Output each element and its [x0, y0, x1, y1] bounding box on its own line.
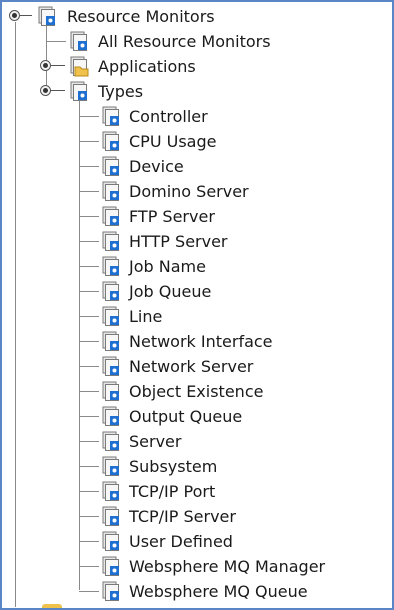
tree-node-type[interactable]: Job Queue [129, 279, 211, 304]
resource-monitor-icon [102, 356, 119, 376]
folder-icon [70, 56, 89, 77]
tree-node-label: Job Queue [129, 282, 212, 301]
tree-node-label: Websphere MQ Queue [129, 582, 308, 601]
resource-monitor-icon [102, 131, 119, 151]
resource-monitor-icon [102, 231, 119, 251]
tree-node-applications[interactable]: Applications [98, 54, 196, 79]
root-collapse-toggle[interactable] [9, 10, 20, 21]
tree-node-type[interactable]: HTTP Server [129, 229, 228, 254]
tree-node-type[interactable]: Output Queue [129, 404, 242, 429]
tree-node-label: Types [98, 82, 144, 101]
tree-node-type[interactable]: User Defined [129, 529, 233, 554]
resource-monitor-icon [102, 156, 119, 176]
resource-monitor-icon [102, 381, 119, 401]
tree-node-label: Controller [129, 107, 208, 126]
resource-monitor-icon [102, 506, 119, 526]
tree-node-type[interactable]: Job Name [129, 254, 206, 279]
tree-node-type[interactable]: CPU Usage [129, 129, 216, 154]
tree-node-type[interactable]: TCP/IP Server [129, 504, 236, 529]
tree-node-type[interactable]: Websphere MQ Manager [129, 554, 325, 579]
resource-monitor-icon [102, 181, 119, 201]
tree-node-label: Resource Monitors [67, 7, 215, 26]
resource-monitor-icon [102, 481, 119, 501]
resource-monitor-icon [102, 331, 119, 351]
tree-node-type[interactable]: FTP Server [129, 204, 215, 229]
tree-node-label: TCP/IP Server [129, 507, 236, 526]
resource-monitor-icon [102, 106, 119, 126]
tree-node-type[interactable]: Network Server [129, 354, 253, 379]
tree-node-label: Network Interface [129, 332, 273, 351]
applications-expand-toggle[interactable] [40, 60, 51, 71]
tree-node-type[interactable]: Device [129, 154, 184, 179]
tree-node-type[interactable]: TCP/IP Port [129, 479, 215, 504]
tree-node-types[interactable]: Types [98, 79, 143, 104]
tree-node-label: All Resource Monitors [98, 32, 271, 51]
tree-node-label: Subsystem [129, 457, 218, 476]
tree-node-type[interactable]: Server [129, 429, 181, 454]
tree-node-label: Applications [98, 57, 196, 76]
partial-folder-icon [42, 604, 62, 608]
tree-node-label: Job Name [129, 257, 206, 276]
tree-node-resource-monitors[interactable]: Resource Monitors [67, 4, 215, 29]
tree-node-type[interactable]: Websphere MQ Queue [129, 579, 308, 604]
resource-monitor-icon [102, 531, 119, 551]
tree-node-type[interactable]: Network Interface [129, 329, 273, 354]
tree-node-label: HTTP Server [129, 232, 228, 251]
tree-node-label: Object Existence [129, 382, 264, 401]
tree-node-label: Device [129, 157, 184, 176]
tree-node-label: Output Queue [129, 407, 243, 426]
resource-monitor-icon [102, 556, 119, 576]
tree-node-label: Line [129, 307, 163, 326]
resource-monitor-icon [102, 581, 119, 601]
types-collapse-toggle[interactable] [40, 85, 51, 96]
tree-node-label: User Defined [129, 532, 233, 551]
tree-node-label: Server [129, 432, 182, 451]
resource-monitor-icon [102, 431, 119, 451]
tree-node-label: FTP Server [129, 207, 215, 226]
tree-node-label: TCP/IP Port [129, 482, 216, 501]
resource-monitor-icon [102, 456, 119, 476]
resource-monitor-icon [102, 256, 119, 276]
resource-monitor-icon [102, 406, 119, 426]
tree-node-type[interactable]: Line [129, 304, 162, 329]
resource-monitor-icon [102, 281, 119, 301]
resource-monitor-icon [102, 206, 119, 226]
tree-node-type[interactable]: Controller [129, 104, 208, 129]
tree-node-all-resource-monitors[interactable]: All Resource Monitors [98, 29, 271, 54]
tree-node-label: Network Server [129, 357, 254, 376]
tree-node-label: Domino Server [129, 182, 249, 201]
tree-line-root [15, 22, 16, 607]
tree-node-type[interactable]: Object Existence [129, 379, 263, 404]
resource-monitor-icon [70, 81, 87, 101]
tree-node-label: Websphere MQ Manager [129, 557, 326, 576]
resource-monitor-icon [70, 31, 87, 51]
resource-monitor-icon [102, 306, 119, 326]
resource-monitors-tree-panel: Resource Monitors All Resource Monitors … [0, 0, 394, 610]
resource-monitor-icon [38, 6, 55, 26]
tree-node-type[interactable]: Subsystem [129, 454, 217, 479]
tree-node-type[interactable]: Domino Server [129, 179, 249, 204]
tree-node-label: CPU Usage [129, 132, 217, 151]
